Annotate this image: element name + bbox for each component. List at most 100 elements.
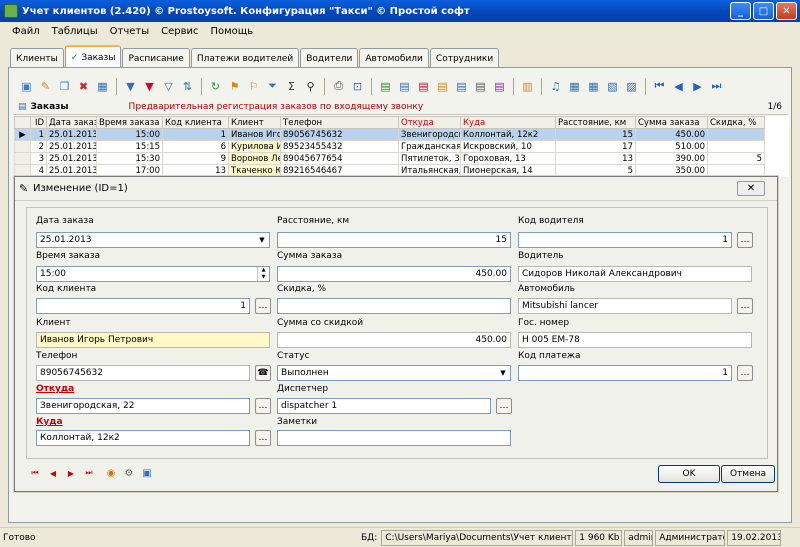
filter-icon[interactable]: ▼ <box>122 78 139 95</box>
payment-code-field[interactable]: 1 <box>518 365 732 381</box>
cell-phone[interactable]: 89056745632 <box>280 128 399 141</box>
date-field[interactable]: 25.01.2013 ▼ <box>36 232 270 248</box>
status-select[interactable]: Выполнен ▼ <box>277 365 511 381</box>
cell-sum[interactable]: 450.00 <box>635 128 708 141</box>
funnel-icon[interactable]: ⏷ <box>264 78 281 95</box>
print-icon[interactable]: ⎙ <box>330 78 347 95</box>
cell-time[interactable]: 15:15 <box>96 140 163 153</box>
cell-id[interactable]: 3 <box>30 152 47 165</box>
cell-client-code[interactable]: 6 <box>162 140 229 153</box>
tab-cars[interactable]: Автомобили <box>359 48 429 68</box>
tab-schedule[interactable]: Расписание <box>122 48 190 68</box>
from-field[interactable]: Звенигородская, 22 <box>36 398 250 414</box>
notes-field[interactable] <box>277 430 511 446</box>
to-label[interactable]: Куда <box>36 417 63 427</box>
cell-client-code[interactable]: 9 <box>162 152 229 165</box>
cell-distance[interactable]: 5 <box>555 164 636 177</box>
phone-call-button[interactable]: ☎ <box>255 365 271 381</box>
distance-field[interactable]: 15 <box>277 232 511 248</box>
last-record-icon[interactable]: ⏭ <box>83 467 95 479</box>
cell-to[interactable]: Коллонтай, 12к2 <box>460 128 556 141</box>
cell-client-code[interactable]: 1 <box>162 128 229 141</box>
driver-field[interactable]: Сидоров Николай Александрович <box>518 266 752 282</box>
edit-record-icon[interactable]: ✎ <box>37 78 54 95</box>
settings-icon[interactable]: ▨ <box>623 78 640 95</box>
cell-time[interactable]: 15:00 <box>96 128 163 141</box>
export-text-icon[interactable]: ▤ <box>472 78 489 95</box>
tab-clients[interactable]: Клиенты <box>10 48 64 68</box>
cell-to[interactable]: Искровский, 10 <box>460 140 556 153</box>
driver-code-field[interactable]: 1 <box>518 232 732 248</box>
car-field[interactable]: Mitsubishi lancer <box>518 298 732 314</box>
close-window-button[interactable]: ✕ <box>776 2 797 20</box>
cell-discount[interactable] <box>707 140 765 153</box>
first-record-icon[interactable]: ⏮ <box>651 78 668 95</box>
calendar-icon[interactable]: ▦ <box>566 78 583 95</box>
copy-record-icon[interactable]: ❐ <box>56 78 73 95</box>
chevron-down-icon[interactable]: ▼ <box>255 233 269 247</box>
cell-sum[interactable]: 390.00 <box>635 152 708 165</box>
cell-discount[interactable]: 5 <box>707 152 765 165</box>
cell-date[interactable]: 25.01.2013 <box>46 152 97 165</box>
menu-tables[interactable]: Таблицы <box>46 26 104 37</box>
next-record-icon[interactable]: ▶ <box>65 467 77 479</box>
client-code-field[interactable]: 1 <box>36 298 250 314</box>
table-icon[interactable]: ▦ <box>585 78 602 95</box>
car-lookup-button[interactable]: … <box>737 298 753 314</box>
maximize-button[interactable]: □ <box>753 2 774 20</box>
cell-from[interactable]: Пятилеток, 34 <box>398 152 461 165</box>
ok-button[interactable]: OK <box>658 465 720 483</box>
table-row[interactable]: 2 25.01.2013 15:15 6 Курилова Инна Викто… <box>14 140 789 153</box>
cell-client[interactable]: Курилова Инна Викторовна <box>228 140 281 153</box>
tab-driver-payments[interactable]: Платежи водителей <box>190 48 300 68</box>
discount-field[interactable] <box>277 298 511 314</box>
menu-file[interactable]: Файл <box>6 26 46 37</box>
image-icon[interactable]: ▣ <box>141 467 153 479</box>
cell-client-code[interactable]: 13 <box>162 164 229 177</box>
from-lookup-button[interactable]: … <box>255 398 271 414</box>
export-csv-icon[interactable]: ▤ <box>453 78 470 95</box>
col-discount[interactable]: Скидка, % <box>707 116 765 129</box>
cell-phone[interactable]: 89045677654 <box>280 152 399 165</box>
cell-distance[interactable]: 15 <box>555 128 636 141</box>
prev-record-icon[interactable]: ◀ <box>47 467 59 479</box>
sort-icon[interactable]: ⇅ <box>179 78 196 95</box>
prev-record-icon[interactable]: ◀ <box>670 78 687 95</box>
last-record-icon[interactable]: ⏭ <box>708 78 725 95</box>
cell-id[interactable]: 1 <box>30 128 47 141</box>
plate-field[interactable]: Н 005 ЕМ-78 <box>518 332 752 348</box>
cell-distance[interactable]: 13 <box>555 152 636 165</box>
cell-sum[interactable]: 510.00 <box>635 140 708 153</box>
preview-icon[interactable]: ⊡ <box>349 78 366 95</box>
cell-sum[interactable]: 350.00 <box>635 164 708 177</box>
delete-record-icon[interactable]: ✖ <box>75 78 92 95</box>
cell-discount[interactable] <box>707 128 765 141</box>
chevron-down-icon[interactable]: ▼ <box>496 366 510 380</box>
cell-date[interactable]: 25.01.2013 <box>46 140 97 153</box>
col-client[interactable]: Клиент <box>228 116 281 129</box>
to-lookup-button[interactable]: … <box>255 430 271 446</box>
col-from[interactable]: Откуда <box>398 116 461 129</box>
from-label[interactable]: Откуда <box>36 384 74 394</box>
cell-id[interactable]: 2 <box>30 140 47 153</box>
export-xml-icon[interactable]: ▤ <box>434 78 451 95</box>
table-row[interactable]: ▶ 1 25.01.2013 15:00 1 Иванов Игорь Петр… <box>14 128 789 141</box>
tab-drivers[interactable]: Водители <box>300 48 359 68</box>
cell-to[interactable]: Гороховая, 13 <box>460 152 556 165</box>
cell-id[interactable]: 4 <box>30 164 47 177</box>
cell-to[interactable]: Пионерская, 14 <box>460 164 556 177</box>
col-client-code[interactable]: Код клиента <box>162 116 229 129</box>
next-record-icon[interactable]: ▶ <box>689 78 706 95</box>
sum-field[interactable]: 450.00 <box>277 266 511 282</box>
refresh-icon[interactable]: ↻ <box>207 78 224 95</box>
attachment-icon[interactable]: ⚙ <box>123 467 135 479</box>
table-row[interactable]: 4 25.01.2013 17:00 13 Ткаченко Юлия Игор… <box>14 164 789 177</box>
filter-selection-icon[interactable]: ▽ <box>160 78 177 95</box>
dispatcher-lookup-button[interactable]: … <box>496 398 512 414</box>
group-icon[interactable]: ⚑ <box>226 78 243 95</box>
filter-clear-icon[interactable]: ▼ <box>141 78 158 95</box>
cell-discount[interactable] <box>707 164 765 177</box>
time-spinner[interactable]: ▲ ▼ <box>257 267 269 281</box>
export-excel-icon[interactable]: ▤ <box>377 78 394 95</box>
client-field[interactable]: Иванов Игорь Петрович <box>36 332 270 348</box>
